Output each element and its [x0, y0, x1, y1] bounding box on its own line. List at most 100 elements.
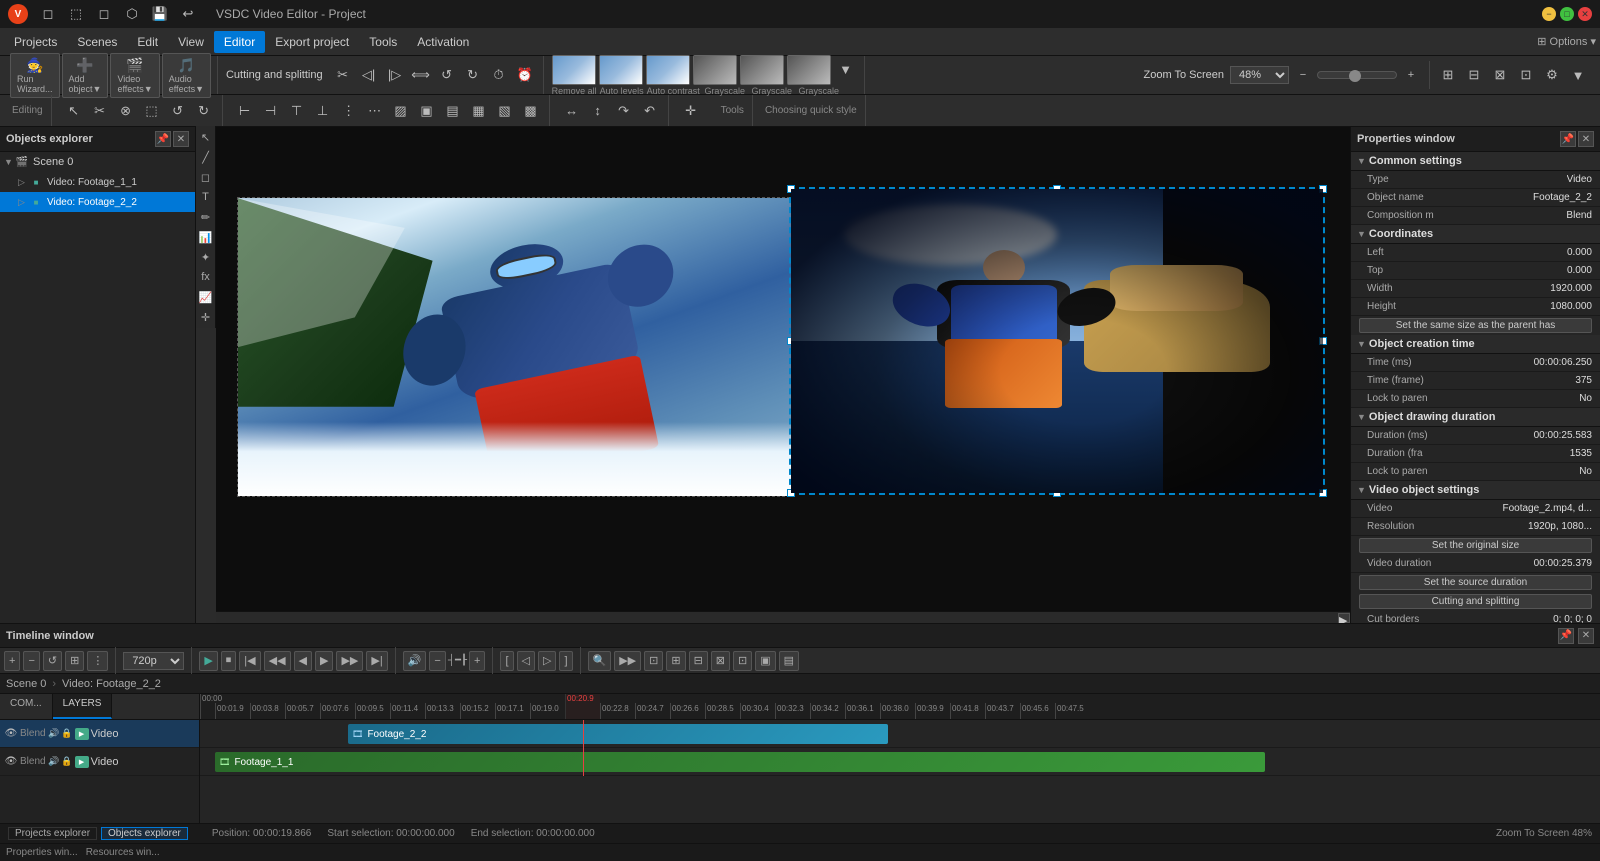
stop-btn[interactable]: ⏹ [221, 651, 237, 671]
menu-projects[interactable]: Projects [4, 31, 67, 53]
lock-tool[interactable]: ▦ [467, 99, 491, 123]
align-center-tool[interactable]: ⊣ [259, 99, 283, 123]
align-left-tool[interactable]: ⊢ [233, 99, 257, 123]
video-settings-section[interactable]: ▼ Video object settings [1351, 481, 1600, 500]
effects-more-btn[interactable]: ▼ [834, 58, 858, 82]
play-btn[interactable]: ▶ [199, 651, 217, 671]
zoom-slider[interactable] [1317, 71, 1397, 79]
end-btn[interactable]: ▶| [366, 651, 387, 671]
minimize-button[interactable]: − [1542, 7, 1556, 21]
original-size-btn[interactable]: Set the original size [1359, 538, 1592, 553]
canvas-horizontal-scrollbar[interactable]: ▶ [216, 611, 1350, 623]
view-icon-2[interactable]: ⊟ [1462, 63, 1486, 87]
rotate-ccw-tool[interactable]: ↶ [638, 99, 662, 123]
zoom-dropdown[interactable]: 48% 25% 50% 75% 100% [1230, 66, 1289, 84]
shrink-btn[interactable]: ⊟ [689, 651, 708, 671]
scene-item[interactable]: ▼ 🎬 Scene 0 [0, 152, 195, 172]
video-effects-button[interactable]: 🎬 Videoeffects▼ [110, 53, 159, 98]
resolution-dropdown[interactable]: 720p 1080p [123, 652, 184, 670]
prev-frame-btn[interactable]: |◀ [239, 651, 260, 671]
drawing-duration-section[interactable]: ▼ Object drawing duration [1351, 408, 1600, 427]
move-tool[interactable]: ✛ [679, 99, 703, 123]
menu-view[interactable]: View [168, 31, 214, 53]
zoom-out-icon[interactable]: − [1291, 63, 1315, 87]
arrow-tool[interactable]: ↖ [197, 128, 215, 146]
objects-explorer-tab[interactable]: Objects explorer [101, 827, 188, 840]
align-right-tool[interactable]: ⊤ [285, 99, 309, 123]
title-bar-icon-undo[interactable]: ↩ [176, 2, 200, 26]
next-btn[interactable]: ▶ [315, 651, 333, 671]
projects-explorer-tab[interactable]: Projects explorer [8, 827, 97, 840]
fx-tool[interactable]: fx [197, 268, 215, 286]
timeline-close-btn[interactable]: ✕ [1578, 628, 1594, 644]
extra-btn[interactable]: ⊠ [711, 651, 730, 671]
audio-effects-button[interactable]: 🎵 Audioeffects▼ [162, 53, 211, 98]
rewind-btn[interactable]: ◀◀ [264, 651, 291, 671]
track-lock-1[interactable]: 🔒 [61, 722, 73, 746]
move-tool-2[interactable]: ✛ [197, 308, 215, 326]
track-label-footage1[interactable]: 👁 Blend 🔊 🔒 ▶ Video [0, 748, 199, 776]
hide-tool[interactable]: ▧ [493, 99, 517, 123]
time2-icon[interactable]: ⏰ [513, 63, 537, 87]
track-audio-2[interactable]: 🔊 [48, 750, 60, 774]
scroll-right-btn[interactable]: ▶ [1338, 613, 1350, 623]
creation-time-section[interactable]: ▼ Object creation time [1351, 335, 1600, 354]
auto-levels-thumb[interactable] [599, 55, 643, 85]
close-button[interactable]: ✕ [1578, 7, 1592, 21]
menu-tools[interactable]: Tools [359, 31, 407, 53]
common-settings-section[interactable]: ▼ Common settings [1351, 152, 1600, 171]
jump-in-btn[interactable]: ◁ [517, 651, 535, 671]
undo-tool[interactable]: ↺ [166, 99, 190, 123]
grayscale-thumb-1[interactable] [693, 55, 737, 85]
title-bar-icon-2[interactable]: ⬚ [64, 2, 88, 26]
title-bar-icon-save[interactable]: 💾 [148, 2, 172, 26]
tl-undo-btn[interactable]: ↺ [43, 651, 62, 671]
group-tool[interactable]: ▣ [415, 99, 439, 123]
track-label-footage2[interactable]: 👁 Blend 🔊 🔒 ▶ Video [0, 720, 199, 748]
maximize-button[interactable]: □ [1560, 7, 1574, 21]
line-tool[interactable]: ╱ [197, 148, 215, 166]
scissors-icon[interactable]: ✂ [331, 63, 355, 87]
same-size-btn[interactable]: Set the same size as the parent has [1359, 318, 1592, 333]
snap-btn[interactable]: ⊡ [644, 651, 663, 671]
arrange-tool[interactable]: ▨ [389, 99, 413, 123]
props-close-btn[interactable]: ✕ [1578, 131, 1594, 147]
props-pin-btn[interactable]: 📌 [1560, 131, 1576, 147]
extra4-btn[interactable]: ▤ [779, 651, 799, 671]
tl-misc-btn[interactable]: ⋮ [87, 651, 108, 671]
view-icon-4[interactable]: ⊡ [1514, 63, 1538, 87]
clock-icon[interactable]: ⏱ [487, 63, 511, 87]
close-panel-button[interactable]: ✕ [173, 131, 189, 147]
distribute-v-tool[interactable]: ⋯ [363, 99, 387, 123]
clip-footage1[interactable]: 🎞 Footage_1_1 [215, 752, 1265, 772]
flip-h-tool[interactable]: ↔ [560, 99, 584, 123]
options-menu[interactable]: ⊞ Options ▾ [1537, 35, 1596, 48]
menu-scenes[interactable]: Scenes [67, 31, 127, 53]
delete-tool[interactable]: ▩ [519, 99, 543, 123]
extra2-btn[interactable]: ⊡ [733, 651, 752, 671]
extra3-btn[interactable]: ▣ [755, 651, 775, 671]
properties-win-tab[interactable]: Properties win... [6, 847, 78, 858]
audio-btn[interactable]: 🔊 [403, 651, 427, 671]
footage-2-item[interactable]: ▷ ■ Video: Footage_2_2 [0, 192, 195, 212]
source-duration-btn[interactable]: Set the source duration [1359, 575, 1592, 590]
ungroup-tool[interactable]: ▤ [441, 99, 465, 123]
timeline-pin-btn[interactable]: 📌 [1558, 628, 1574, 644]
menu-editor[interactable]: Editor [214, 31, 265, 53]
title-bar-icon-4[interactable]: ⬡ [120, 2, 144, 26]
pin-button[interactable]: 📌 [155, 131, 171, 147]
redo-tool[interactable]: ↻ [192, 99, 216, 123]
align-top-tool[interactable]: ⊥ [311, 99, 335, 123]
vol-down-btn[interactable]: − [429, 651, 445, 671]
title-bar-icon-1[interactable]: ◻ [36, 2, 60, 26]
view-icon-1[interactable]: ⊞ [1436, 63, 1460, 87]
cut-left-icon[interactable]: ◁| [357, 63, 381, 87]
title-bar-icon-3[interactable]: ◻ [92, 2, 116, 26]
select-box-tool[interactable]: ⬚ [140, 99, 164, 123]
timeline-ruler[interactable]: 00:00 00:01.9 00:03.8 00:05.7 00:07.6 00… [200, 694, 1600, 720]
menu-export[interactable]: Export project [265, 31, 359, 53]
chart-tool[interactable]: 📊 [197, 228, 215, 246]
undo-icon[interactable]: ↺ [435, 63, 459, 87]
scissors-tool[interactable]: ⊗ [114, 99, 138, 123]
zoom-tl-btn[interactable]: 🔍 [588, 651, 612, 671]
